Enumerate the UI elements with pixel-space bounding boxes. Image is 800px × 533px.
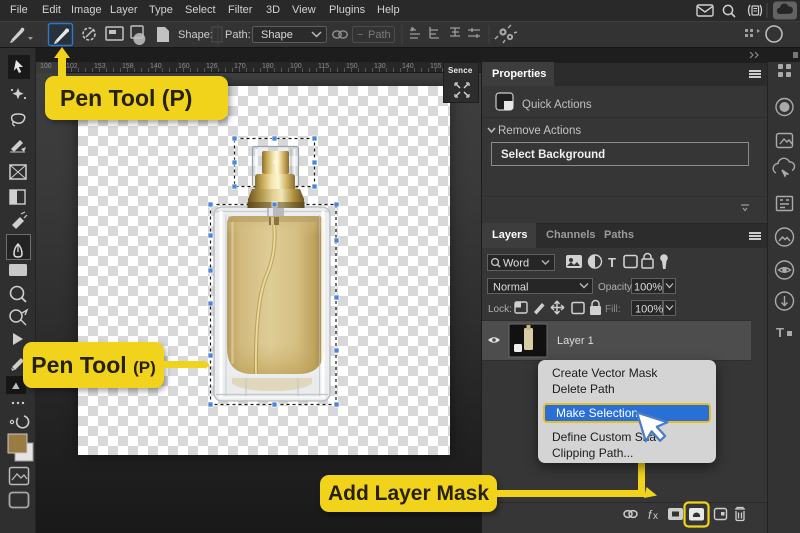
svg-text:Opacity: Opacity [598, 282, 632, 293]
svg-text:Lock:: Lock: [488, 304, 512, 315]
svg-text:Shape: Shape [261, 29, 293, 41]
svg-text:Fill:: Fill: [605, 304, 621, 315]
svg-text:T: T [608, 255, 616, 270]
svg-text:Word: Word [503, 258, 529, 270]
svg-text:x: x [653, 511, 658, 522]
svg-text:−: − [357, 29, 363, 41]
svg-text:T: T [776, 325, 784, 340]
svg-text:100%: 100% [635, 304, 663, 316]
svg-text:Quick Actions: Quick Actions [522, 99, 592, 111]
svg-text:Path:: Path: [225, 29, 251, 41]
svg-text:Normal: Normal [493, 282, 528, 294]
svg-text:Path: Path [368, 29, 391, 41]
svg-text:Select Background: Select Background [501, 149, 605, 161]
svg-text:Remove Actions: Remove Actions [498, 125, 581, 137]
svg-text:Shape:: Shape: [178, 29, 213, 41]
svg-text:Layer 1: Layer 1 [557, 335, 594, 347]
svg-text:100%: 100% [634, 282, 662, 294]
